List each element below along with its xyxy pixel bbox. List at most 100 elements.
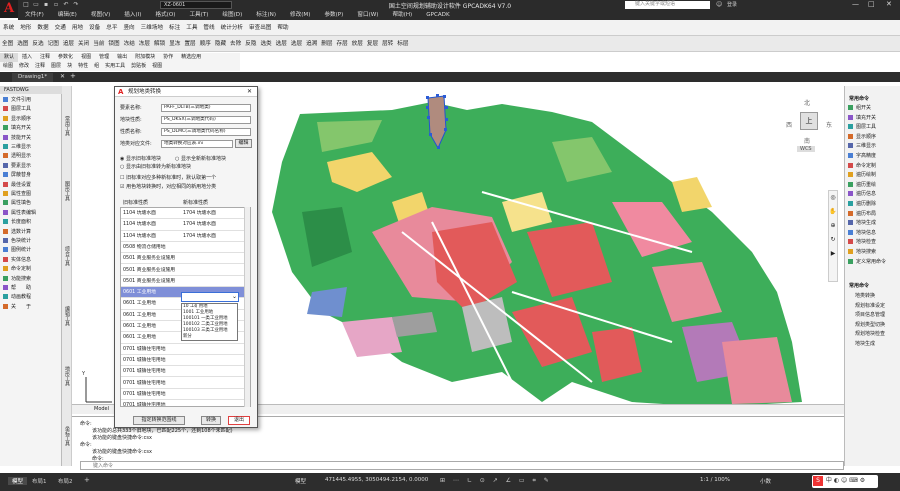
left-panel-item[interactable]: 最佳设置 (3, 181, 61, 189)
cad-tab[interactable]: 输出 (113, 53, 131, 62)
cad-tab[interactable]: 附加模块 (131, 53, 159, 62)
right-panel-item[interactable]: 图层工具 (848, 123, 900, 131)
right-panel-item[interactable]: 地块搜索 (848, 248, 900, 256)
left-panel-item[interactable]: 显示顺序 (3, 115, 61, 123)
ribbon-tab[interactable]: 用地 (69, 20, 86, 36)
search-input[interactable]: 键入关键字或短语 (625, 1, 710, 9)
ribbon-tab[interactable]: 数据 (34, 20, 51, 36)
ribbon-tab[interactable]: 工具 (183, 20, 200, 36)
left-panel-item[interactable]: 要素显示 (3, 162, 61, 170)
right-panel-item[interactable]: 遍历信息 (848, 190, 900, 198)
check-same-color[interactable]: ☑ 用色地块转换时，对应相同的新用地分类 (120, 183, 216, 191)
layer-tool[interactable]: 反隐 (243, 36, 258, 52)
redo-icon[interactable]: ↷ (72, 1, 80, 9)
cad-panel[interactable]: 绘图 (0, 62, 16, 71)
new-standard-combo[interactable]: ⌄ (181, 292, 239, 302)
layer-combo[interactable]: XZ-0601 (160, 1, 232, 9)
left-panel-item[interactable]: 关 于 (3, 303, 61, 311)
menu-gpcadk[interactable]: GPCADK (419, 10, 456, 20)
cad-tab[interactable]: 参数化 (54, 53, 77, 62)
left-panel-item[interactable]: 三维显示 (3, 143, 61, 151)
layer-tool[interactable]: 置层 (182, 36, 197, 52)
layer-tool[interactable]: 选层 (289, 36, 304, 52)
ribbon-tab[interactable]: 标注 (166, 20, 183, 36)
cad-panel[interactable]: 修改 (16, 62, 32, 71)
menu-draw[interactable]: 绘图(D) (215, 10, 249, 20)
edit-button[interactable]: 编辑 (235, 139, 252, 148)
cad-panel[interactable]: 实用工具 (102, 62, 128, 71)
vtab-terrain-tools[interactable]: 地形工具 (64, 366, 71, 386)
ime-logo-icon[interactable]: S (813, 476, 823, 486)
view-cube[interactable]: 北 西 东 上 南 WCS (784, 98, 834, 158)
ribbon-tab[interactable]: 帮助 (274, 20, 291, 36)
left-panel-item[interactable]: 屏蔽替身 (3, 171, 61, 179)
radio-old-standard[interactable]: ◉ 显示旧标准地块 (120, 155, 161, 163)
layer-tool[interactable]: 标层 (395, 36, 410, 52)
left-panel-item[interactable]: 属性查图 (3, 190, 61, 198)
print-icon[interactable]: ▫ (52, 1, 60, 9)
left-panel-item[interactable]: 选数计算 (3, 228, 61, 236)
layer-tool[interactable]: 顺序 (198, 36, 213, 52)
save-icon[interactable]: ▪ (42, 1, 50, 9)
viewcube-east[interactable]: 东 (826, 120, 832, 129)
left-panel-item[interactable]: 实体信息 (3, 256, 61, 264)
annotation-scale[interactable]: 1:1 / 100% (700, 477, 730, 483)
cad-tab[interactable]: 默认 (0, 53, 19, 62)
tab-model[interactable]: 模型 (8, 477, 28, 485)
layer-tool[interactable]: 层转 (380, 36, 395, 52)
layer-tool[interactable]: 追层 (61, 36, 76, 52)
right-panel-item[interactable]: 地块生成 (848, 219, 900, 227)
right-panel-item[interactable]: 遍历绘制 (848, 171, 900, 179)
zoom-icon[interactable]: ⊕ (829, 219, 837, 233)
tab-layout1[interactable]: 布局1 (32, 477, 47, 485)
table-row[interactable]: 1104 坑塘水面 1704 坑塘水面 (121, 231, 245, 242)
parcel-attr-select[interactable]: PS_DKSX(三调地类代码) (161, 116, 251, 124)
cad-panel[interactable]: 特性 (75, 62, 91, 71)
layer-tool[interactable]: 删层 (319, 36, 334, 52)
table-row[interactable]: 0701 城镇住宅用地 (121, 400, 245, 406)
left-panel-item[interactable]: 色块统计 (3, 237, 61, 245)
cad-tab[interactable]: 注释 (36, 53, 54, 62)
table-row[interactable]: 1104 坑塘水面 1704 坑塘水面 (121, 208, 245, 220)
ribbon-tab[interactable]: 管线 (200, 20, 217, 36)
dropdown-option[interactable]: 新分 (183, 334, 237, 340)
drafting-toggles[interactable]: ⊞ ⋯ ∟ ⊙ ↗ ∠ ▭ ⌗ ✎ (440, 477, 552, 485)
model-tab[interactable]: Model (94, 406, 109, 412)
cad-tab[interactable]: 协作 (159, 53, 177, 62)
left-panel-item[interactable]: 图层工具 (3, 105, 61, 113)
left-panel-item[interactable]: 文件引用 (3, 96, 61, 104)
new-file-icon[interactable]: □ (22, 1, 30, 9)
units-display[interactable]: 小数 (760, 477, 771, 485)
right-panel-item[interactable]: 规划类型切换 (855, 321, 900, 329)
ribbon-tab[interactable]: 交通 (52, 20, 69, 36)
dialog-close-icon[interactable]: ✕ (247, 88, 252, 95)
right-panel-item[interactable]: 定义常用命令 (848, 258, 900, 266)
feature-name-select[interactable]: PAFF_DLTB(三调地类) (161, 104, 251, 112)
right-panel-item[interactable]: 地块生成 (855, 340, 900, 348)
left-panel-item[interactable]: 技能开关 (3, 134, 61, 142)
right-panel-item[interactable]: 地块检查 (848, 238, 900, 246)
right-panel-item[interactable]: 项目信息管理 (855, 311, 900, 319)
table-row[interactable]: 0701 城镇住宅用地 (121, 355, 245, 367)
add-layout-icon[interactable]: + (84, 476, 90, 484)
left-panel-item[interactable]: 透明显示 (3, 152, 61, 160)
table-row[interactable]: 1104 坑塘水面 1704 坑塘水面 (121, 219, 245, 231)
doc-tab-drawing1[interactable]: Drawing1* (12, 73, 54, 82)
ime-toolbar[interactable]: S 中 ◐ ☺ ⌨ ⚙ (812, 475, 878, 488)
ribbon-tab[interactable]: 系统 (0, 20, 17, 36)
left-panel-item[interactable]: 功能搜索 (3, 275, 61, 283)
cad-panel[interactable]: 图层 (48, 62, 64, 71)
vtab-general-tools[interactable]: 综合工具 (64, 246, 71, 266)
menu-dimension[interactable]: 标注(N) (249, 10, 283, 20)
table-scrollbar[interactable] (244, 207, 250, 407)
viewcube-west[interactable]: 西 (786, 120, 792, 129)
maximize-icon[interactable]: □ (868, 0, 875, 8)
left-panel-item[interactable]: 长度面积 (3, 218, 61, 226)
menu-edit[interactable]: 编辑(E) (51, 10, 84, 20)
new-tab-button[interactable]: + (70, 72, 76, 80)
layer-tool[interactable]: 去除 (228, 36, 243, 52)
right-panel-item[interactable]: 地类转换 (855, 292, 900, 300)
vtab-coord-tools[interactable]: 坐标工具 (64, 426, 71, 446)
ribbon-tab[interactable]: 设备 (86, 20, 103, 36)
space-mode[interactable]: 模型 (295, 477, 306, 485)
